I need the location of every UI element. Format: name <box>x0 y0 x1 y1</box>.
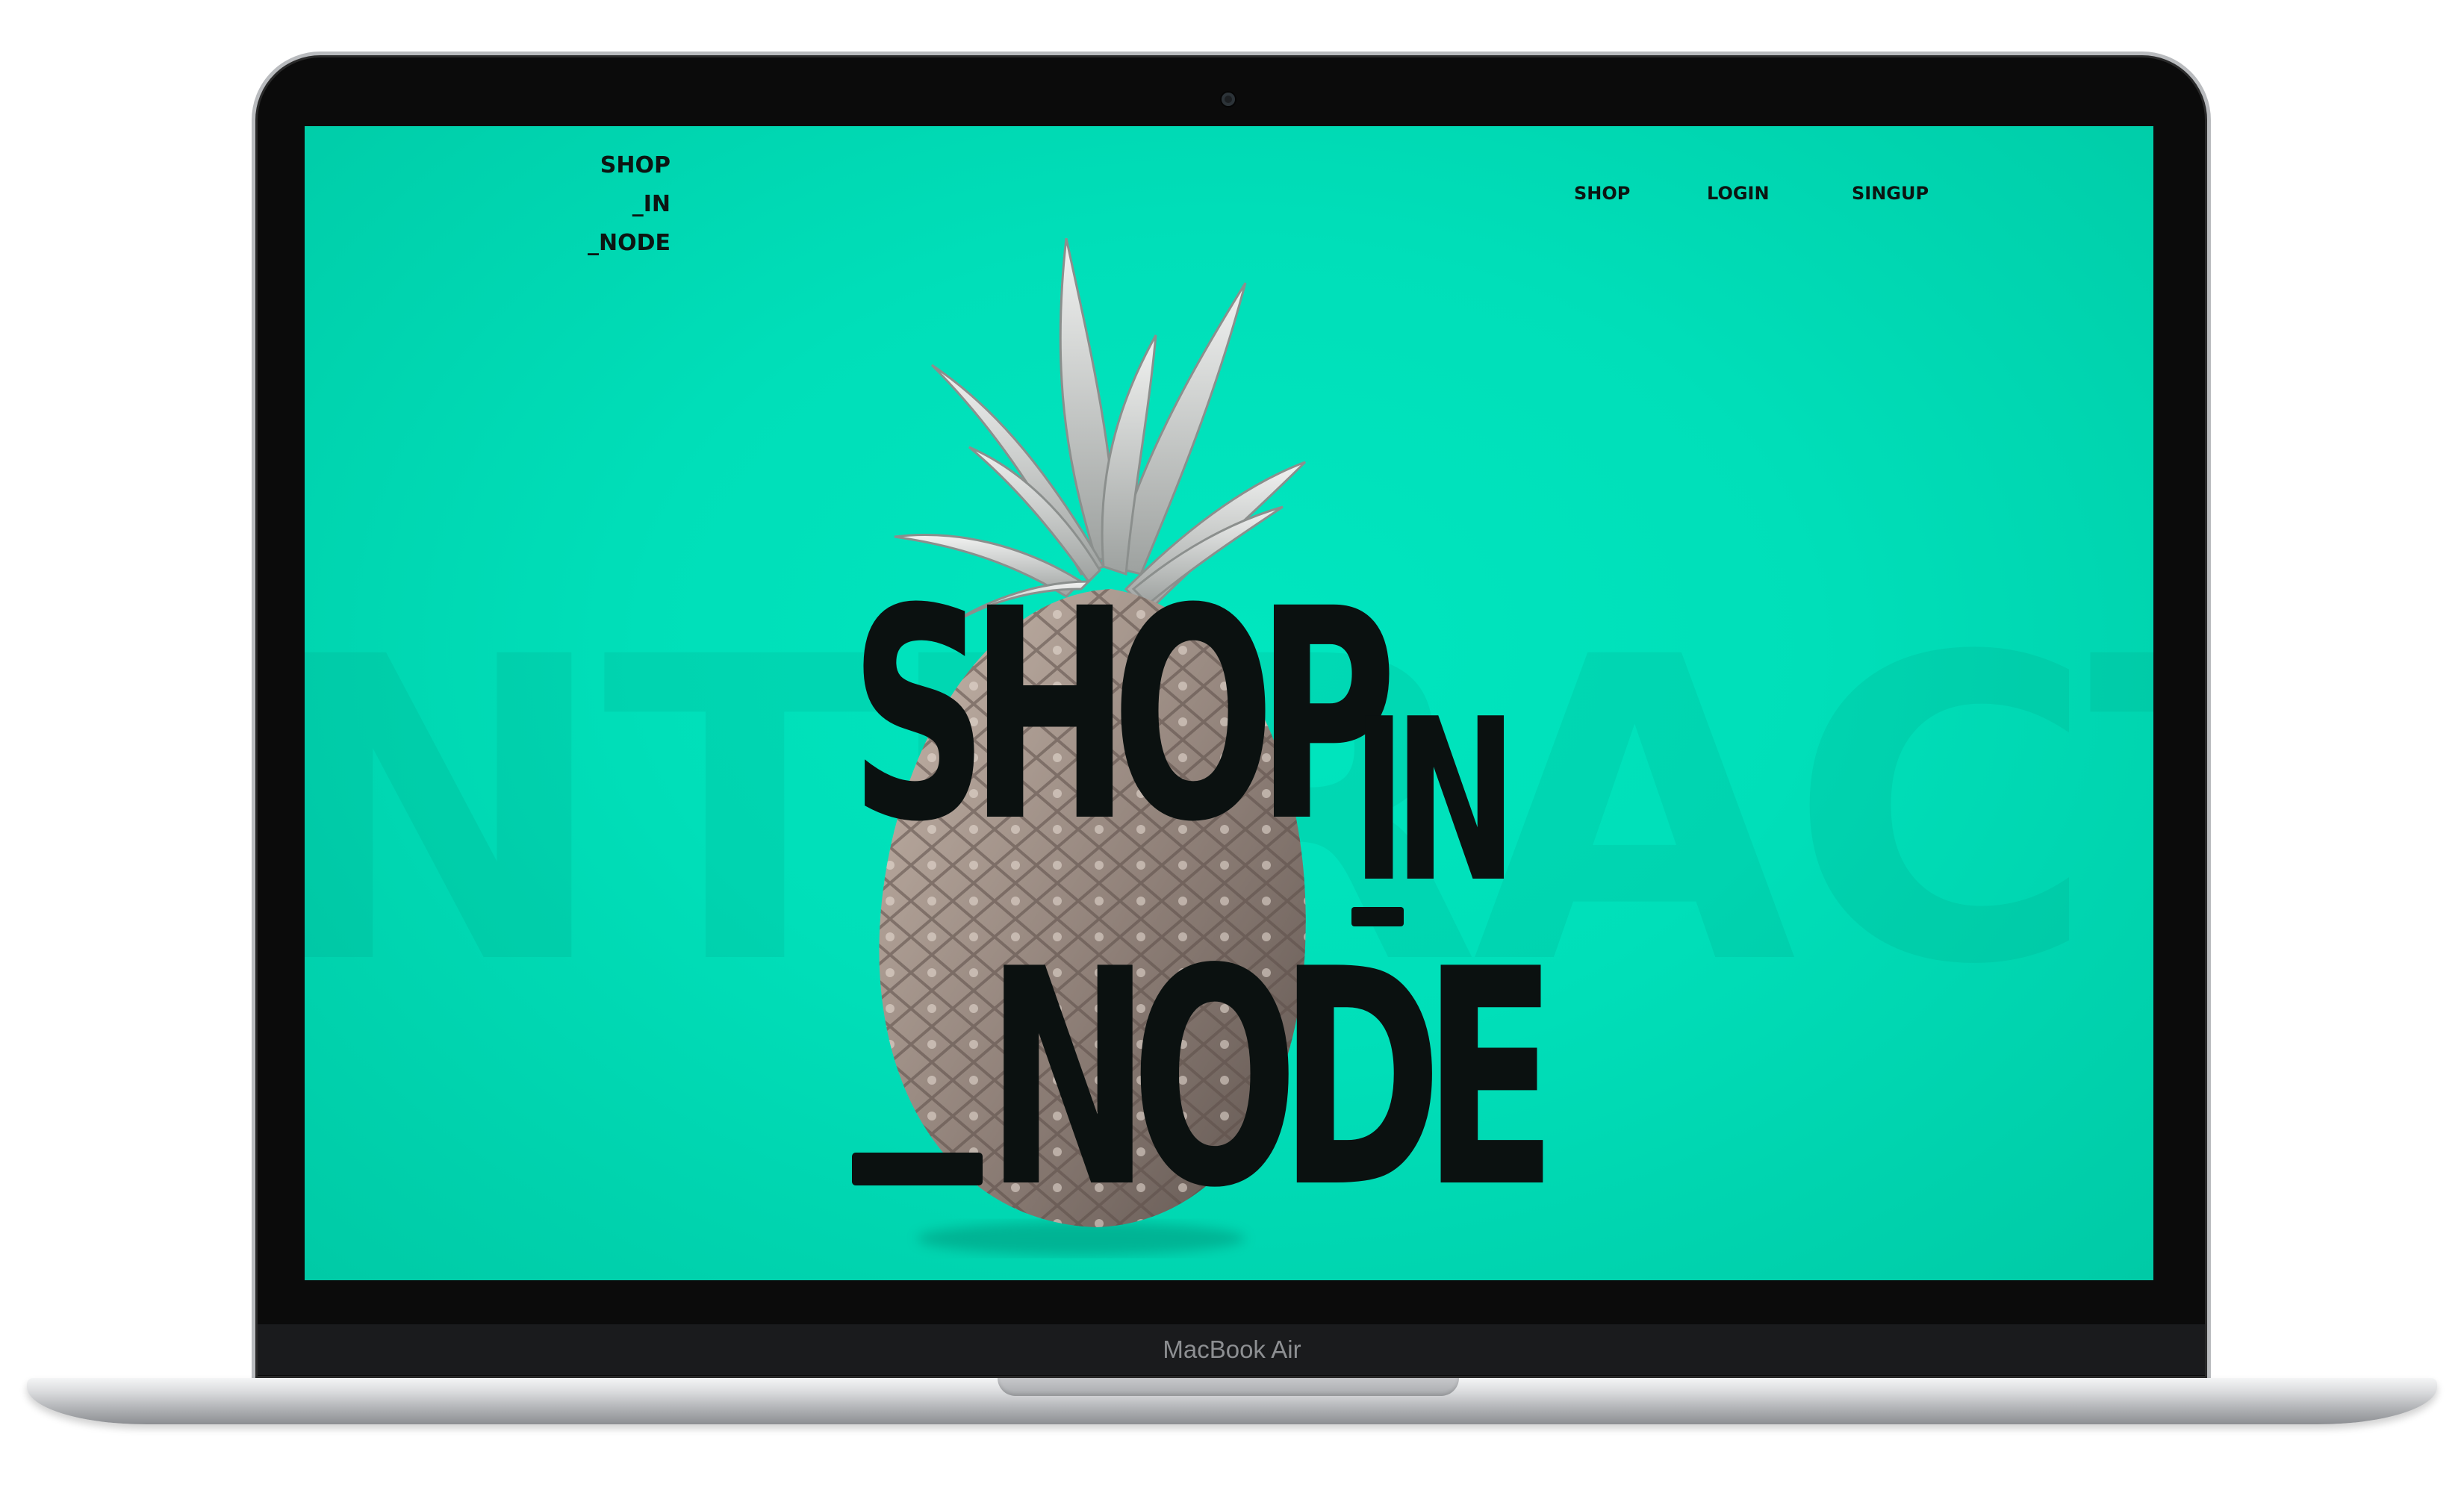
site-logo[interactable]: SHOP _IN _NODE <box>521 146 671 263</box>
laptop-mockup: NTERACTI <box>0 0 2464 1493</box>
hero-underscore-bar <box>852 1153 983 1185</box>
logo-line-node: _NODE <box>587 230 671 256</box>
hero-title-in: IN <box>1351 671 1517 932</box>
laptop-hinge-notch <box>998 1378 1459 1396</box>
logo-line-in: _IN <box>632 191 671 217</box>
nav-login-link[interactable]: LOGIN <box>1707 183 1770 204</box>
device-label: MacBook Air <box>1163 1335 1301 1363</box>
logo-line-shop: SHOP <box>600 152 671 178</box>
hero-title-shop: SHOP <box>850 546 1397 885</box>
nav-shop-link[interactable]: SHOP <box>1574 183 1630 204</box>
website-screen: NTERACTI <box>305 126 2153 1280</box>
hero-title-node: NODE <box>986 906 1558 1253</box>
webcam-icon <box>1222 93 1235 106</box>
nav-signup-link[interactable]: SINGUP <box>1852 183 1929 204</box>
